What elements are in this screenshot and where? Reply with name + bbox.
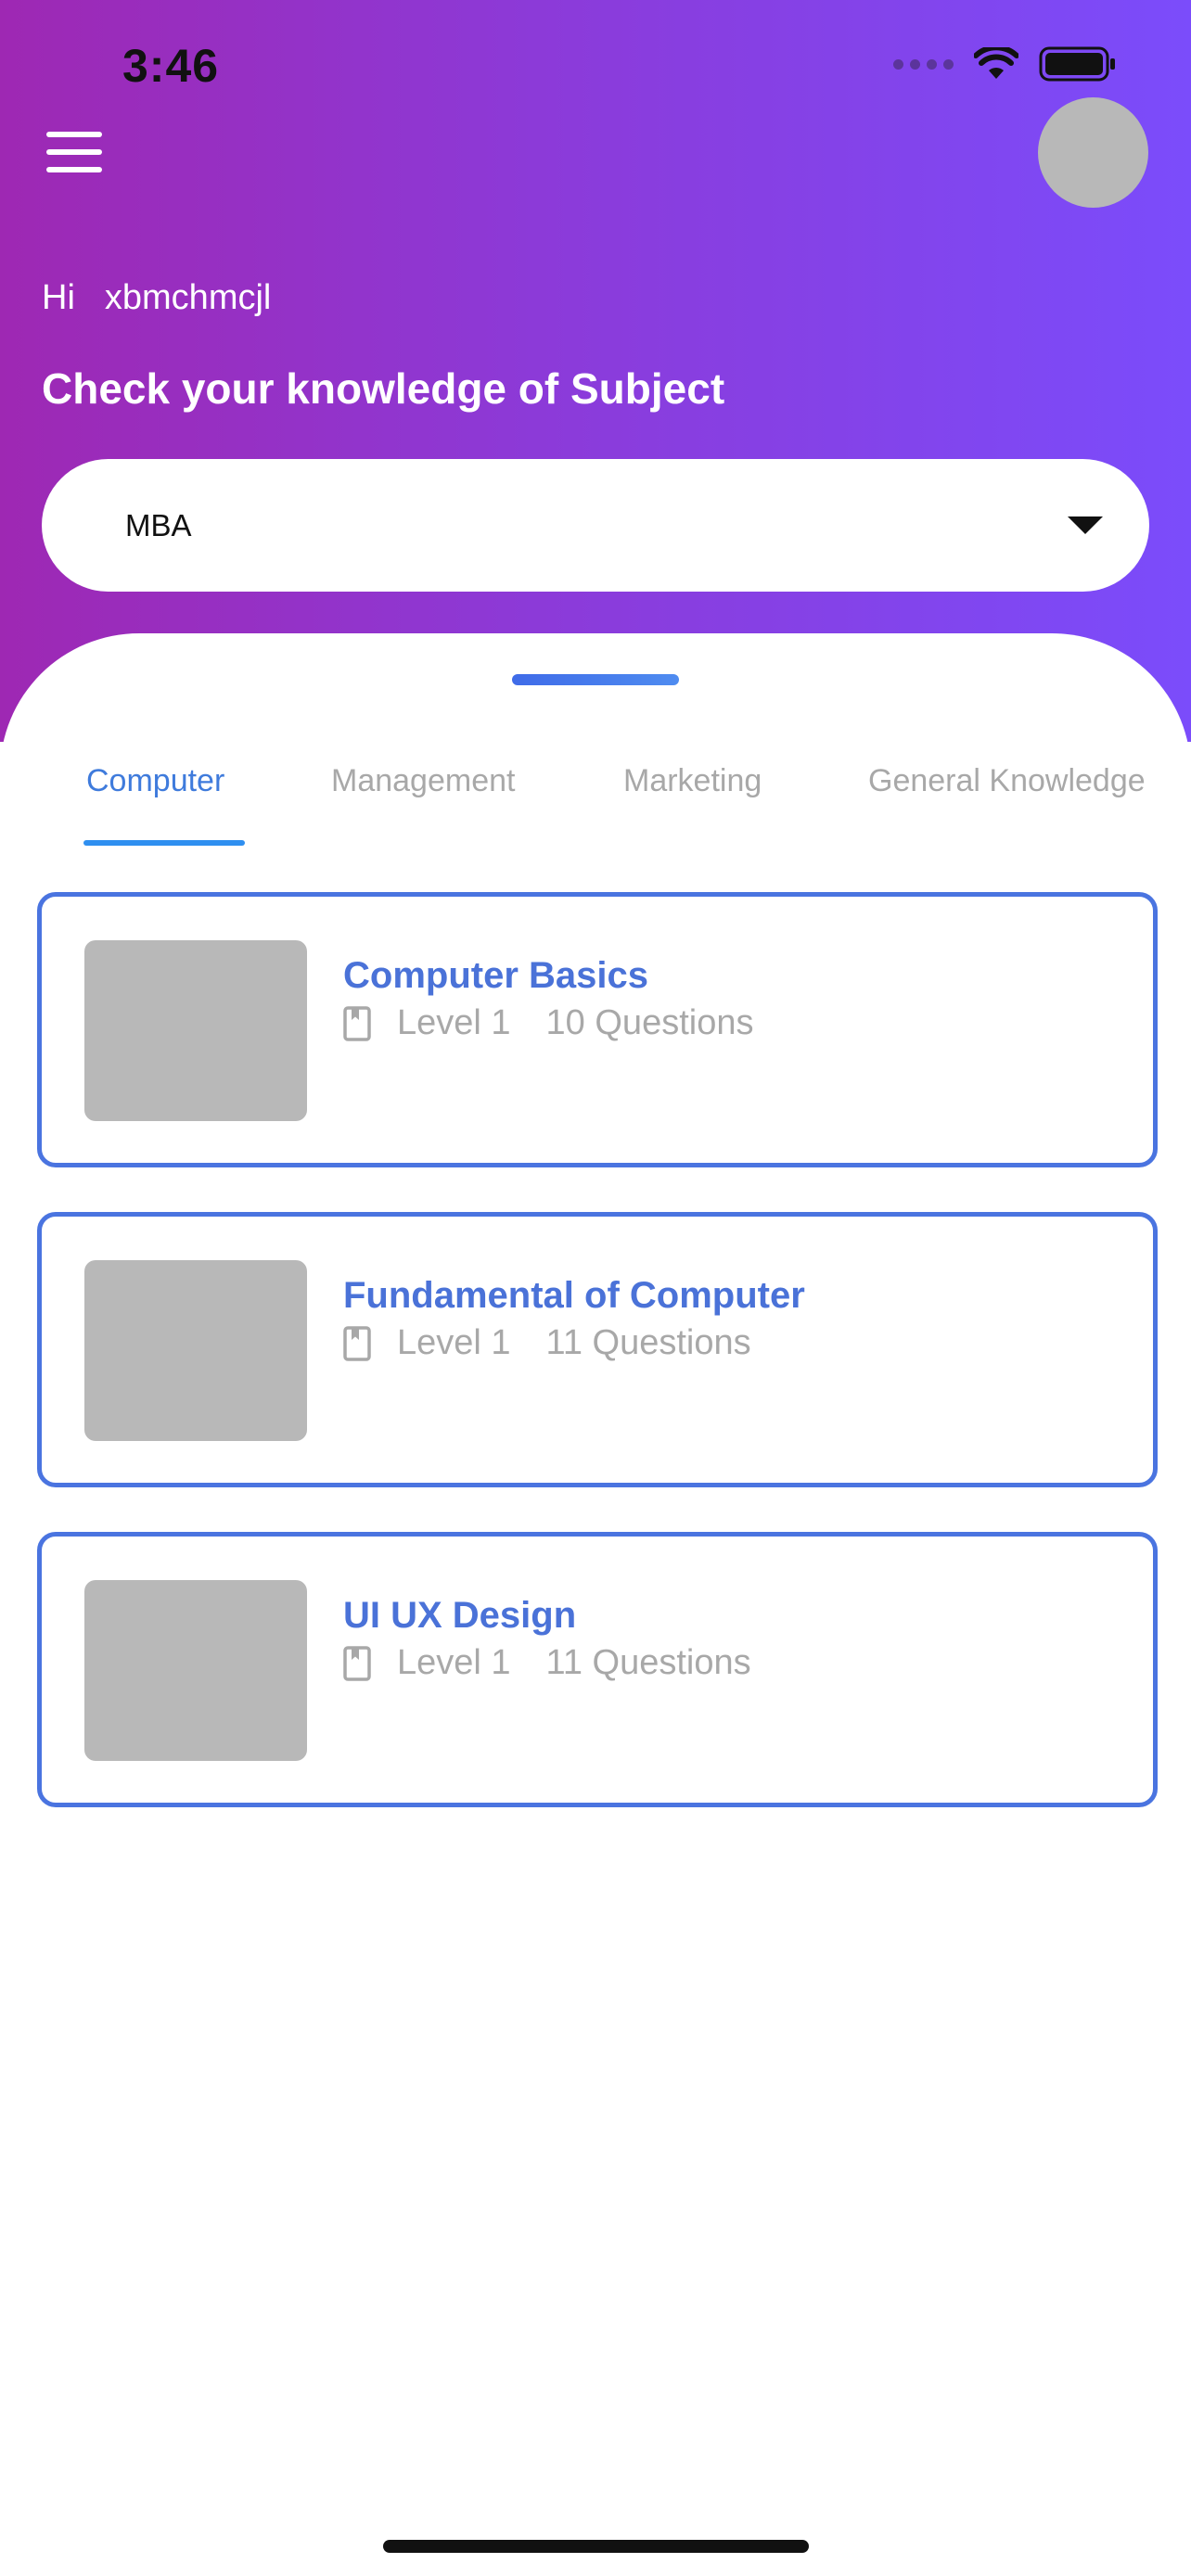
quiz-level: Level 1 [397,1643,511,1682]
avatar[interactable] [1038,97,1148,208]
user-name: xbmchmcjl [104,278,272,317]
greeting: Hi xbmchmcjl [42,278,271,318]
book-icon [343,1325,371,1361]
cellular-signal-icon [893,58,954,70]
quiz-thumbnail [84,940,307,1121]
quiz-level: Level 1 [397,1003,511,1042]
status-indicators [893,46,1117,82]
quiz-title: UI UX Design [343,1595,577,1636]
category-tabs: Computer Management Marketing General Kn… [0,717,1191,847]
quiz-question-count: 10 Questions [545,1003,754,1042]
quiz-card[interactable]: UI UX Design Level 1 11 Questions [37,1532,1158,1807]
tab-computer[interactable]: Computer [86,763,224,799]
quiz-title: Fundamental of Computer [343,1275,805,1316]
tab-management[interactable]: Management [331,763,515,799]
book-icon [343,1645,371,1681]
content-sheet: Computer Management Marketing General Kn… [0,633,1191,2576]
subject-selected-value: MBA [125,507,192,542]
quiz-level: Level 1 [397,1323,511,1362]
subject-dropdown[interactable]: MBA [42,459,1149,592]
status-time: 3:46 [122,40,220,92]
quiz-thumbnail [84,1260,307,1441]
home-indicator[interactable] [383,2540,809,2553]
book-icon [343,1005,371,1041]
greeting-prefix: Hi [42,278,75,317]
quiz-meta: Level 1 11 Questions [343,1323,751,1363]
quiz-meta: Level 1 10 Questions [343,1003,753,1043]
quiz-meta: Level 1 11 Questions [343,1643,751,1683]
quiz-thumbnail [84,1580,307,1761]
page-title: Check your knowledge of Subject [42,364,725,413]
hamburger-menu-icon[interactable] [46,132,102,172]
tab-active-indicator [83,840,245,846]
quiz-question-count: 11 Questions [545,1323,751,1362]
quiz-question-count: 11 Questions [545,1643,751,1682]
battery-icon [1039,46,1115,82]
wifi-icon [974,47,1018,79]
tab-marketing[interactable]: Marketing [623,763,762,799]
quiz-title: Computer Basics [343,955,648,996]
drag-handle[interactable] [512,674,679,685]
quiz-card[interactable]: Fundamental of Computer Level 1 11 Quest… [37,1212,1158,1487]
quiz-card[interactable]: Computer Basics Level 1 10 Questions [37,892,1158,1167]
header-banner: 3:46 Hi xbmchmcjl Check your knowledge of… [0,0,1191,742]
caret-down-icon [1068,516,1103,534]
tab-general-knowledge[interactable]: General Knowledge [868,763,1146,799]
